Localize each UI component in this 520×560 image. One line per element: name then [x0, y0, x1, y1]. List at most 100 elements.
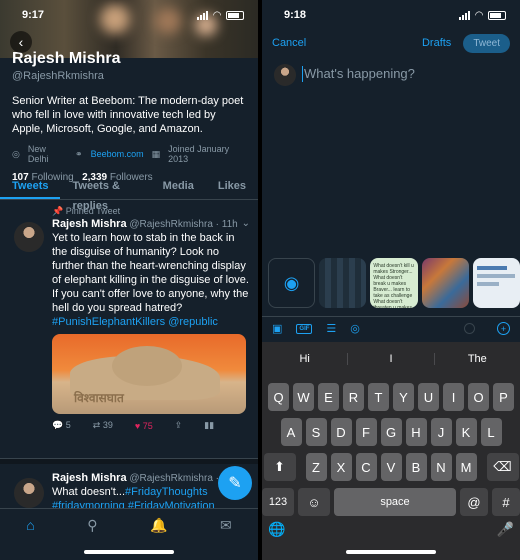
space-key[interactable]: space: [334, 488, 456, 516]
battery-icon: [488, 10, 506, 20]
messages-icon[interactable]: ✉: [220, 517, 232, 560]
tweet-mention[interactable]: @republic: [168, 316, 218, 328]
microphone-icon[interactable]: 🎤: [497, 521, 514, 538]
retweet-button[interactable]: ⇄ 39: [93, 420, 113, 431]
link-icon: ⚭: [75, 148, 83, 159]
pinned-tweet[interactable]: 📌 Pinned Tweet Rajesh Mishra @RajeshRkmi…: [0, 206, 258, 431]
text-caret: [302, 66, 303, 82]
calendar-icon: ▦: [151, 148, 161, 159]
profile-screen: 9:17 ◠ ‹ Rajesh Mishra @RajeshRkmishra S…: [0, 0, 258, 560]
tab-likes[interactable]: Likes: [206, 176, 258, 199]
suggestion-item[interactable]: Hi: [262, 353, 349, 365]
compose-input[interactable]: What's happening?: [304, 66, 415, 81]
battery-icon: [226, 10, 244, 20]
home-indicator: [84, 550, 174, 554]
photo-thumbnail[interactable]: What doesn't kill u makes Stronger... Wh…: [370, 258, 418, 308]
share-icon[interactable]: ⇪: [175, 420, 183, 431]
delete-key[interactable]: ⌫: [486, 453, 519, 481]
key-b[interactable]: B: [405, 453, 427, 481]
emoji-key[interactable]: ☺: [298, 488, 330, 516]
home-indicator: [346, 550, 436, 554]
key-y[interactable]: Y: [393, 383, 414, 411]
compose-button[interactable]: ✎: [218, 466, 252, 500]
suggestion-item[interactable]: I: [348, 353, 435, 365]
key-m[interactable]: M: [455, 453, 477, 481]
shift-key[interactable]: ⬆: [263, 453, 296, 481]
compose-icon: ✎: [228, 475, 242, 492]
key-o[interactable]: O: [468, 383, 489, 411]
home-icon[interactable]: ⌂: [26, 517, 34, 560]
tweet-image[interactable]: विश्वासघात: [52, 334, 246, 414]
avatar[interactable]: [14, 478, 44, 508]
key-v[interactable]: V: [380, 453, 402, 481]
avatar[interactable]: [14, 222, 44, 252]
key-k[interactable]: K: [455, 418, 477, 446]
profile-location: New Delhi: [27, 144, 49, 164]
retweet-icon: ⇄: [92, 420, 101, 430]
key-j[interactable]: J: [430, 418, 452, 446]
image-icon[interactable]: ▣: [272, 322, 282, 335]
key-l[interactable]: L: [480, 418, 502, 446]
tab-tweets[interactable]: Tweets: [0, 176, 61, 199]
at-key[interactable]: @: [460, 488, 488, 516]
hash-key[interactable]: #: [492, 488, 520, 516]
add-thread-icon[interactable]: +: [497, 322, 510, 335]
reply-icon: 💬: [52, 420, 64, 430]
profile-website[interactable]: Beebom.com: [91, 149, 144, 159]
key-x[interactable]: X: [330, 453, 352, 481]
key-g[interactable]: G: [380, 418, 402, 446]
suggestion-item[interactable]: The: [435, 353, 520, 365]
photo-thumbnail[interactable]: [472, 258, 520, 308]
key-p[interactable]: P: [493, 383, 514, 411]
chevron-down-icon[interactable]: ⌄: [242, 218, 250, 229]
recent-photos: ◉ What doesn't kill u makes Stronger... …: [268, 258, 520, 308]
key-f[interactable]: F: [355, 418, 377, 446]
analytics-icon[interactable]: ▮▮: [204, 420, 214, 431]
tweet-button[interactable]: Tweet: [463, 33, 510, 53]
tab-media[interactable]: Media: [151, 176, 206, 199]
profile-info: Rajesh Mishra @RajeshRkmishra Senior Wri…: [12, 50, 248, 183]
keyboard-row-4: 123 ☺ space @ #: [262, 488, 520, 516]
photo-thumbnail[interactable]: [319, 258, 367, 308]
key-c[interactable]: C: [355, 453, 377, 481]
tweet-hashtag[interactable]: #FridayThoughts: [125, 486, 208, 498]
cancel-button[interactable]: Cancel: [272, 37, 306, 49]
key-z[interactable]: Z: [305, 453, 327, 481]
location-icon: ◎: [12, 148, 20, 159]
location-icon[interactable]: ◎: [350, 322, 360, 335]
reply-count: 5: [65, 420, 71, 430]
keyboard-suggestions: Hi I The: [262, 342, 520, 376]
numbers-key[interactable]: 123: [262, 488, 294, 516]
globe-icon[interactable]: 🌐: [268, 521, 285, 538]
key-q[interactable]: Q: [268, 383, 289, 411]
key-i[interactable]: I: [443, 383, 464, 411]
tweet-hashtag[interactable]: #PunishElephantKillers: [52, 316, 165, 328]
wifi-icon: ◠: [213, 9, 221, 21]
profile-tabs: Tweets Tweets & replies Media Likes: [0, 176, 258, 212]
pinned-label: 📌 Pinned Tweet: [0, 206, 258, 217]
photo-thumbnail[interactable]: [421, 258, 469, 308]
like-button[interactable]: ♥ 75: [135, 421, 153, 431]
key-s[interactable]: S: [305, 418, 327, 446]
camera-button[interactable]: ◉: [268, 258, 316, 308]
tweet-text: Yet to learn how to stab in the back in …: [52, 231, 250, 329]
reply-button[interactable]: 💬 5: [52, 420, 71, 431]
poll-icon[interactable]: ☰: [326, 322, 336, 335]
key-e[interactable]: E: [318, 383, 339, 411]
avatar: [274, 64, 296, 86]
key-r[interactable]: R: [343, 383, 364, 411]
keyboard-row-2: ASDFGHJKL: [262, 418, 520, 446]
key-a[interactable]: A: [280, 418, 302, 446]
drafts-button[interactable]: Drafts: [422, 37, 451, 49]
gif-icon[interactable]: GIF: [296, 323, 313, 334]
key-d[interactable]: D: [330, 418, 352, 446]
key-t[interactable]: T: [368, 383, 389, 411]
key-h[interactable]: H: [405, 418, 427, 446]
back-icon[interactable]: ‹: [10, 31, 32, 53]
key-w[interactable]: W: [293, 383, 314, 411]
signal-icon: [459, 10, 471, 20]
key-u[interactable]: U: [418, 383, 439, 411]
tab-tweets-replies[interactable]: Tweets & replies: [60, 176, 150, 212]
thumbnail-text: What doesn't kill u makes Stronger... Wh…: [373, 263, 414, 308]
key-n[interactable]: N: [430, 453, 452, 481]
